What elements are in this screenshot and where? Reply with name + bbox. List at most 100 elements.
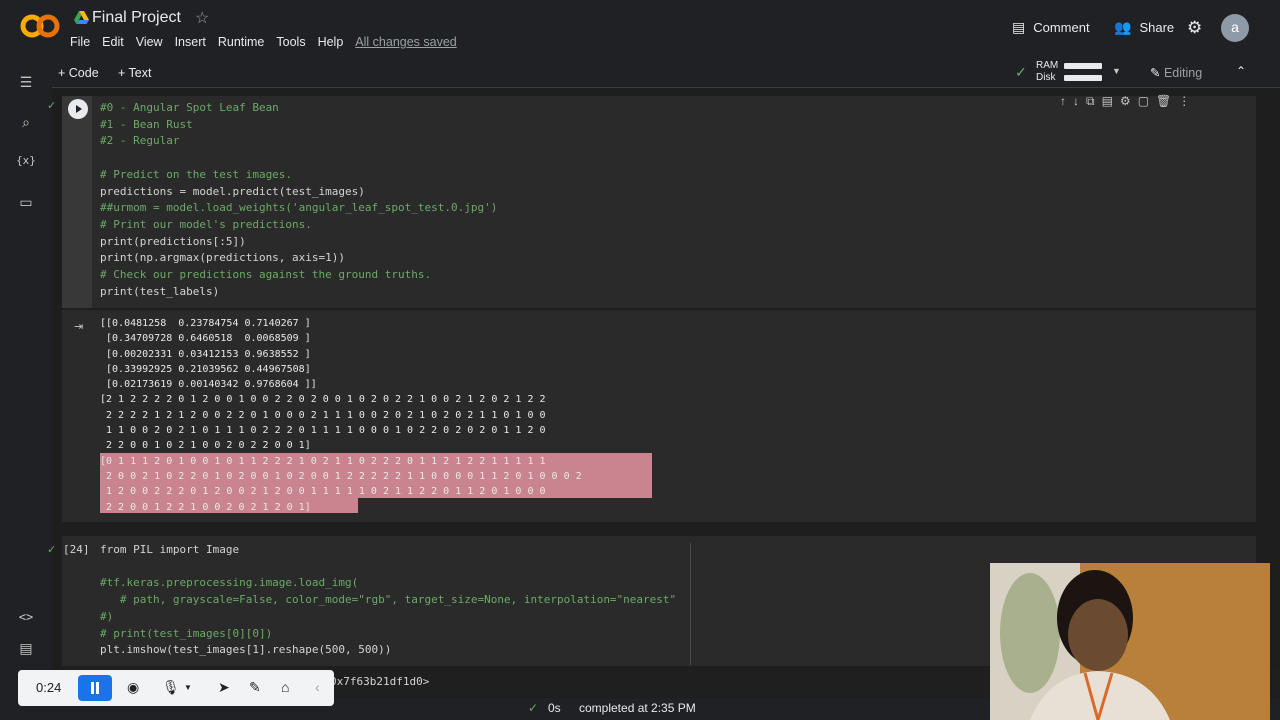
table-of-contents-icon[interactable]: ☰ [16, 74, 36, 94]
code-line: # print(test_images[0][0]) [100, 626, 273, 640]
cell-gutter [62, 96, 92, 308]
cell2-source[interactable]: from PIL import Image #tf.keras.preproce… [100, 542, 676, 659]
share-button[interactable]: 👥 Share [1114, 19, 1174, 36]
code-line: # Check our predictions against the grou… [100, 268, 432, 282]
code-line: ##urmom = model.load_weights('angular_le… [100, 201, 498, 215]
code-line: predictions = model.predict(test_images) [100, 184, 365, 198]
comment-icon: ▤ [1012, 19, 1026, 35]
dropdown-icon[interactable]: ▼ [1112, 66, 1121, 76]
code-line: # Print our model's predictions. [100, 217, 312, 231]
variables-icon[interactable]: {x} [16, 154, 36, 174]
add-code-button[interactable]: + Code [58, 66, 99, 80]
ruler-line [690, 543, 691, 665]
comment-button[interactable]: ▤ Comment [1012, 19, 1090, 36]
menu-view[interactable]: View [136, 35, 163, 49]
output-line: [0.33992925 0.21039562 0.44967508] [100, 363, 311, 375]
code-line: # Predict on the test images. [100, 167, 293, 181]
output-line: [2 1 2 2 2 2 0 1 2 0 0 1 0 0 2 2 0 2 0 0… [100, 394, 546, 406]
code-line: #0 - Angular Spot Leaf Bean [100, 101, 279, 114]
mic-dropdown-icon[interactable]: ▼ [184, 683, 192, 692]
disk-bar [1064, 75, 1102, 81]
menu-file[interactable]: File [70, 35, 90, 49]
code-line: plt.imshow(test_images[1].reshape(500, 5… [100, 643, 392, 657]
code-line: #tf.keras.preprocessing.image.load_img( [100, 576, 359, 590]
output-line: 1 2 0 0 2 2 2 0 1 2 0 0 2 1 2 0 0 1 1 1 … [100, 486, 546, 498]
cell1-output-text: [[0.0481258 0.23784754 0.7140267 ] [0.34… [100, 316, 582, 515]
code-line: # path, grayscale=False, color_mode="rgb… [100, 593, 677, 607]
more-icon[interactable]: ⋮ [1178, 94, 1190, 114]
code-snippets-icon[interactable]: <> [16, 610, 36, 630]
menu-runtime[interactable]: Runtime [218, 35, 265, 49]
delete-icon[interactable]: 🗑 [1156, 94, 1171, 114]
save-status[interactable]: All changes saved [355, 35, 456, 49]
connected-check-icon: ✓ [1015, 64, 1027, 80]
collapse-icon[interactable]: ‹ [315, 679, 320, 695]
cell1-source[interactable]: #0 - Angular Spot Leaf Bean #1 - Bean Rus… [100, 100, 497, 300]
editing-label: Editing [1163, 66, 1203, 80]
output-line: 2 2 0 0 1 2 2 1 0 0 2 0 2 1 2 0 1] [100, 501, 311, 513]
menu-tools[interactable]: Tools [276, 35, 305, 49]
code-line: print(test_labels) [100, 284, 220, 298]
ram-label: RAM [1036, 60, 1059, 71]
code-line: print(predictions[:5]) [100, 234, 246, 248]
cell2-output-text: 0x7f63b21df1d0> [330, 675, 430, 688]
cell-toolbar: ↑ ↓ ⧉ ▤ ⚙ ▢ 🗑 ⋮ [1060, 94, 1250, 114]
gear-icon[interactable]: ⚙ [1120, 94, 1131, 114]
menu-insert[interactable]: Insert [175, 35, 206, 49]
share-label: Share [1139, 20, 1175, 35]
microphone-icon[interactable]: 🎙 [162, 679, 180, 696]
drive-icon[interactable] [74, 11, 89, 24]
ram-bar [1064, 63, 1102, 69]
webcam-image [990, 563, 1270, 720]
code-line: from PIL import Image [100, 543, 240, 556]
add-text-button[interactable]: + Text [118, 66, 151, 80]
output-line: 2 2 0 0 1 0 2 1 0 0 2 0 2 2 0 0 1] [100, 440, 311, 452]
editing-mode-button[interactable]: ✎ Editing [1150, 65, 1202, 80]
notebook-title[interactable]: Final Project [92, 9, 181, 27]
pencil-icon: ✎ [1150, 66, 1161, 80]
collapse-header-icon[interactable]: ⌃ [1236, 64, 1246, 78]
settings-gear-icon[interactable]: ⚙ [1187, 18, 1202, 38]
code-line: #) [100, 609, 114, 623]
colab-logo-icon[interactable] [20, 13, 60, 39]
comment-label: Comment [1033, 20, 1090, 35]
highlighter-icon[interactable]: ⌂ [281, 679, 289, 695]
webcam-icon[interactable]: ◉ [127, 679, 139, 696]
code-line: #2 - Regular [100, 134, 180, 148]
comment-icon[interactable]: ▤ [1102, 94, 1113, 114]
webcam-overlay [990, 563, 1270, 720]
left-rail: ☰ ⌕ {x} ▭ <> ▤ [0, 58, 52, 720]
mirror-cell-icon[interactable]: ▢ [1138, 94, 1149, 114]
output-line: [0.34709728 0.6460518 0.0068509 ] [100, 333, 311, 345]
screen-recorder-bar: 0:24 ◉ 🎙 ▼ ➤ ✎ ⌂ ‹ [18, 670, 334, 706]
menu-edit[interactable]: Edit [102, 35, 124, 49]
run-cell-button[interactable] [68, 99, 88, 119]
link-icon[interactable]: ⧉ [1086, 94, 1095, 114]
disk-label: Disk [1036, 72, 1056, 83]
code-line: print(np.argmax(predictions, axis=1)) [100, 251, 346, 265]
command-palette-icon[interactable]: ▤ [16, 640, 36, 660]
output-actions-icon[interactable]: ⇥ [74, 320, 83, 333]
cell-executed-check-icon: ✓ [47, 544, 57, 556]
menu-help[interactable]: Help [318, 35, 344, 49]
star-icon[interactable]: ☆ [195, 8, 209, 28]
move-up-icon[interactable]: ↑ [1060, 94, 1066, 114]
account-avatar[interactable]: a [1221, 14, 1249, 42]
cursor-icon[interactable]: ➤ [218, 679, 230, 696]
menu-bar: File Edit View Insert Runtime Tools Help… [70, 35, 469, 49]
code-line: #1 - Bean Rust [100, 117, 193, 131]
search-icon[interactable]: ⌕ [16, 114, 36, 134]
status-check-icon: ✓ [528, 701, 539, 715]
app-header: Final Project ☆ File Edit View Insert Ru… [0, 0, 1280, 58]
output-line: [0.02173619 0.00140342 0.9768604 ]] [100, 379, 317, 391]
output-line: [0.00202331 0.03412153 0.9638552 ] [100, 348, 311, 360]
pause-button[interactable] [78, 675, 112, 701]
output-line: 2 0 0 2 1 0 2 2 0 1 0 2 0 0 1 0 2 0 0 1 … [100, 470, 582, 482]
pen-icon[interactable]: ✎ [249, 679, 261, 696]
output-line: 1 1 0 0 2 0 2 1 0 1 1 1 0 2 2 2 0 1 1 1 … [100, 425, 546, 437]
move-down-icon[interactable]: ↓ [1073, 94, 1079, 114]
cell-executed-check-icon: ✓ [47, 100, 57, 112]
folder-icon[interactable]: ▭ [16, 194, 36, 214]
